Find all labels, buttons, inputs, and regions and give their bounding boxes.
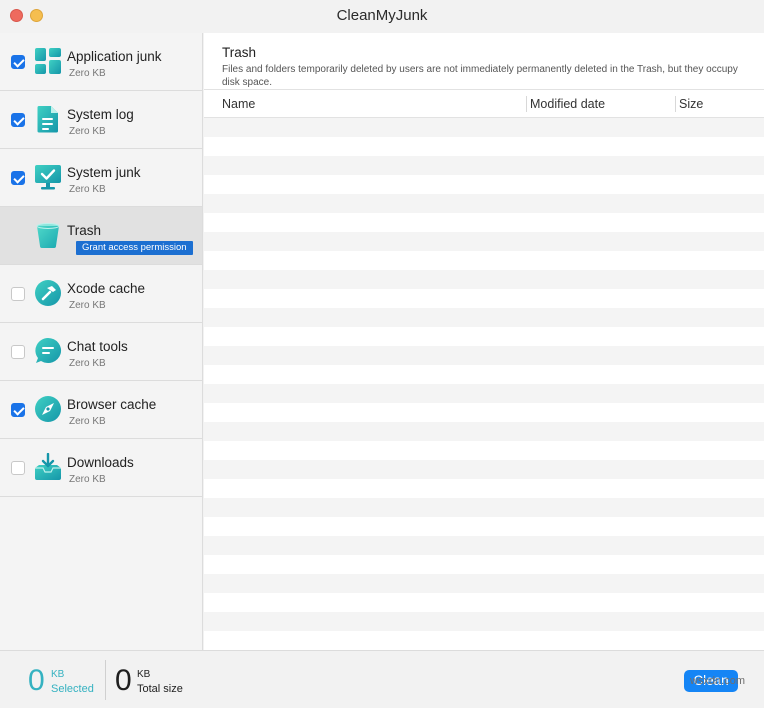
browser-cache-checkbox[interactable]: [11, 403, 25, 417]
column-divider[interactable]: [526, 96, 527, 112]
sidebar-item-label: Xcode cache: [67, 281, 146, 296]
table-row: [204, 460, 764, 479]
file-list[interactable]: [204, 118, 764, 650]
selected-size-label: Selected: [51, 683, 94, 695]
trash-icon: [36, 223, 60, 248]
chat-tools-checkbox[interactable]: [11, 345, 25, 359]
table-header: Name Modified date Size: [204, 89, 764, 118]
table-row: [204, 365, 764, 384]
selected-size-unit: KB: [51, 669, 65, 680]
table-row: [204, 308, 764, 327]
sidebar-item-size: Zero KB: [69, 358, 106, 369]
table-row: [204, 574, 764, 593]
system-log-checkbox[interactable]: [11, 113, 25, 127]
table-row: [204, 612, 764, 631]
table-row: [204, 213, 764, 232]
content-panel: Trash Files and folders temporarily dele…: [204, 33, 764, 650]
chat-bubble-icon: [35, 337, 62, 363]
column-divider[interactable]: [675, 96, 676, 112]
table-row: [204, 175, 764, 194]
compass-icon: [35, 396, 61, 422]
table-row: [204, 555, 764, 574]
sidebar-item-label: Application junk: [67, 49, 162, 64]
app-window: CleanMyJunk Application junk Zero KB Sys…: [0, 0, 764, 708]
table-row: [204, 194, 764, 213]
selected-size-value: 0: [28, 664, 45, 697]
hammer-icon: [35, 280, 61, 306]
table-row: [204, 498, 764, 517]
total-size-value: 0: [115, 664, 132, 697]
monitor-check-icon: [35, 165, 61, 190]
table-row: [204, 593, 764, 612]
sidebar-item-system-junk[interactable]: System junk Zero KB: [0, 149, 202, 207]
sidebar-item-label: System junk: [67, 165, 141, 180]
table-row: [204, 137, 764, 156]
sidebar-item-size: Zero KB: [69, 474, 106, 485]
table-row: [204, 346, 764, 365]
xcode-cache-checkbox[interactable]: [11, 287, 25, 301]
sidebar-item-browser-cache[interactable]: Browser cache Zero KB: [0, 381, 202, 439]
sidebar-item-label: Downloads: [67, 455, 134, 470]
sidebar-item-size: Zero KB: [69, 68, 106, 79]
table-row: [204, 270, 764, 289]
total-size-unit: KB: [137, 669, 151, 680]
column-header-size[interactable]: Size: [679, 97, 703, 111]
sidebar-item-label: Chat tools: [67, 339, 128, 354]
column-header-name[interactable]: Name: [222, 97, 255, 111]
column-header-modified-date[interactable]: Modified date: [530, 97, 605, 111]
sidebar-item-chat-tools[interactable]: Chat tools Zero KB: [0, 323, 202, 381]
sidebar-item-label: Browser cache: [67, 397, 157, 412]
table-row: [204, 384, 764, 403]
sidebar-item-xcode-cache[interactable]: Xcode cache Zero KB: [0, 265, 202, 323]
watermark: wsxdn.com: [690, 675, 746, 687]
sidebar-item-size: Zero KB: [69, 416, 106, 427]
window-title: CleanMyJunk: [336, 7, 428, 24]
sidebar-item-size: Zero KB: [69, 184, 106, 195]
table-row: [204, 251, 764, 270]
table-row: [204, 118, 764, 137]
sidebar-item-size: Zero KB: [69, 300, 106, 311]
table-row: [204, 403, 764, 422]
sidebar-item-label: Trash: [67, 223, 102, 238]
document-icon: [37, 106, 58, 133]
download-tray-icon: [35, 453, 61, 480]
table-row: [204, 422, 764, 441]
table-row: [204, 479, 764, 498]
footer-bar: 0 KB Selected 0 KB Total size Clean: [0, 650, 764, 708]
table-row: [204, 232, 764, 251]
downloads-checkbox[interactable]: [11, 461, 25, 475]
table-row: [204, 441, 764, 460]
sidebar-item-system-log[interactable]: System log Zero KB: [0, 91, 202, 149]
total-size-label: Total size: [137, 683, 183, 695]
title-bar: CleanMyJunk: [0, 0, 764, 33]
sidebar-item-downloads[interactable]: Downloads Zero KB: [0, 439, 202, 497]
table-row: [204, 536, 764, 555]
content-title: Trash: [222, 45, 257, 60]
table-row: [204, 156, 764, 175]
content-description: Files and folders temporarily deleted by…: [222, 64, 738, 88]
sidebar-item-label: System log: [67, 107, 134, 122]
sidebar-item-trash[interactable]: Trash Grant access permission: [0, 207, 202, 265]
table-row: [204, 289, 764, 308]
sidebar: Application junk Zero KB System log Zero…: [0, 33, 203, 650]
grant-access-permission-button[interactable]: Grant access permission: [76, 241, 193, 255]
app-grid-icon: [35, 48, 61, 74]
application-junk-checkbox[interactable]: [11, 55, 25, 69]
table-row: [204, 631, 764, 650]
table-row: [204, 327, 764, 346]
table-row: [204, 517, 764, 536]
sidebar-item-size: Zero KB: [69, 126, 106, 137]
system-junk-checkbox[interactable]: [11, 171, 25, 185]
footer-divider: [105, 660, 106, 700]
sidebar-item-application-junk[interactable]: Application junk Zero KB: [0, 33, 202, 91]
